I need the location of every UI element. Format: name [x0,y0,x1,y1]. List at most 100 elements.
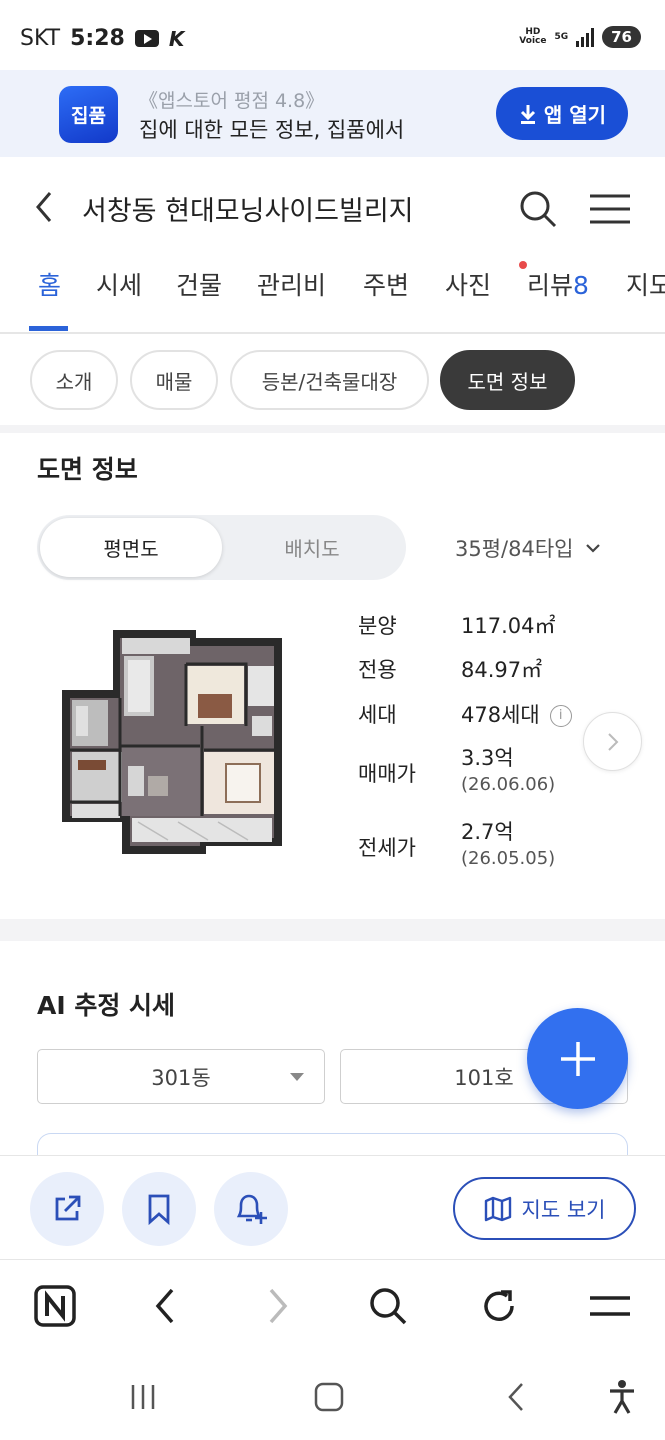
next-type-button[interactable] [583,712,642,771]
tab-label: 홈 [38,271,62,300]
review-count: 8 [573,271,589,300]
system-back-button[interactable] [496,1377,536,1417]
toggle-site-plan[interactable]: 배치도 [221,518,403,577]
hamburger-icon [590,194,630,224]
info-value-supply-area: 117.04㎡ [461,614,556,638]
info-date-sale-price: (26.06.06) [461,774,556,795]
status-bar: SKT 5:28 K HD Voice 5G 76 [0,0,665,72]
bookmark-icon [148,1194,170,1225]
home-icon [314,1382,344,1412]
info-icon[interactable]: i [549,705,572,727]
accessibility-button[interactable] [602,1377,642,1417]
signal-icon [576,27,595,47]
browser-back-button[interactable] [143,1284,187,1328]
chip-registry[interactable]: 등본/건축물대장 [230,350,429,410]
recent-apps-icon [131,1385,155,1409]
price-alert-button[interactable] [214,1172,288,1246]
tab-label: 사진 [445,271,492,300]
browser-toolbar [0,1259,665,1353]
info-label-exclusive-area: 전용 [358,658,397,682]
download-icon [520,104,535,124]
chip-floorplan[interactable]: 도면 정보 [440,350,575,410]
unit-type-select[interactable]: 35평/84타입 [455,533,601,563]
page-title: 서창동 현대모닝사이드빌리지 [82,196,414,227]
app-install-banner: 집품 《앱스토어 평점 4.8》 집에 대한 모든 정보, 집품에서 앱 열기 [0,70,665,157]
back-icon [508,1383,523,1411]
hd-voice-icon: HD Voice [519,27,547,46]
info-date-jeonse-price: (26.05.05) [461,848,556,869]
browser-home-button[interactable] [33,1284,77,1328]
search-icon [520,191,557,228]
chip-intro[interactable]: 소개 [30,350,118,410]
building-select-value: 301동 [151,1065,211,1090]
section-divider [0,919,665,941]
tab-home[interactable]: 홈 [38,266,61,302]
open-app-button[interactable]: 앱 열기 [496,87,628,140]
tab-management-fee[interactable]: 관리비 [257,266,326,302]
bell-add-icon [236,1194,267,1224]
search-icon [370,1288,407,1325]
tab-label: 지도 [626,271,665,300]
toggle-floor-plan[interactable]: 평면도 [40,518,222,577]
unit-type-label: 35평/84타입 [455,537,574,561]
chevron-down-icon [586,544,601,553]
view-map-label: 지도 보기 [521,1197,606,1222]
info-label-jeonse-price: 전세가 [358,836,416,860]
arrow-forward-icon [269,1288,288,1324]
share-button[interactable] [30,1172,104,1246]
app-logo: 집품 [59,86,118,143]
system-navigation-bar [0,1353,665,1440]
info-value-households: 478세대 i [461,699,572,729]
battery-icon: 76 [602,26,641,48]
clock: 5:28 [70,26,125,51]
bottom-action-bar: 지도 보기 [0,1155,665,1259]
refresh-icon [484,1290,514,1321]
home-button[interactable] [309,1377,349,1417]
chip-listings[interactable]: 매물 [130,350,218,410]
bookmark-button[interactable] [122,1172,196,1246]
building-select[interactable]: 301동 [37,1049,325,1104]
new-review-dot [519,261,527,269]
divider [0,425,665,433]
tab-label: 주변 [363,271,410,300]
info-label-supply-area: 분양 [358,614,397,638]
tab-building[interactable]: 건물 [176,266,222,302]
tab-photos[interactable]: 사진 [445,266,491,302]
browser-forward-button[interactable] [256,1284,300,1328]
tab-map[interactable]: 지도 [626,266,665,302]
floorplan-image[interactable] [58,626,286,856]
tab-price[interactable]: 시세 [96,266,142,302]
banner-rating: 《앱스토어 평점 4.8》 [139,90,325,112]
info-label-sale-price: 매매가 [358,762,416,786]
caret-down-icon [290,1073,304,1081]
tab-label: 건물 [176,271,223,300]
section-chips: 소개 매물 등본/건축물대장 도면 정보 [0,336,665,428]
hamburger-icon [590,1296,630,1316]
tab-nearby[interactable]: 주변 [363,266,409,302]
active-tab-indicator [29,326,68,331]
view-map-button[interactable]: 지도 보기 [453,1177,636,1240]
status-right: HD Voice 5G 76 [519,26,641,48]
info-value-sale-price: 3.3억 [461,746,514,770]
browser-menu-button[interactable] [588,1284,632,1328]
tab-label: 시세 [96,271,143,300]
browser-search-button[interactable] [366,1284,410,1328]
plus-icon [560,1041,595,1076]
open-app-label: 앱 열기 [543,103,607,127]
share-icon [55,1195,81,1221]
floating-add-button[interactable] [527,1008,628,1109]
map-icon [484,1196,511,1221]
arrow-back-icon [155,1288,174,1324]
youtube-icon [134,30,159,47]
menu-button[interactable] [588,193,632,225]
carrier-label: SKT [20,26,61,51]
page-header: 서창동 현대모닝사이드빌리지 [0,157,665,255]
recent-apps-button[interactable] [123,1377,163,1417]
ai-estimate-title: AI 추정 시세 [37,991,176,1020]
unit-select-value: 101호 [454,1065,514,1090]
search-button[interactable] [518,189,558,229]
browser-reload-button[interactable] [477,1284,521,1328]
info-value-jeonse-price: 2.7억 [461,820,514,844]
back-button[interactable] [28,187,64,227]
tab-reviews[interactable]: 리뷰8 [527,266,589,302]
